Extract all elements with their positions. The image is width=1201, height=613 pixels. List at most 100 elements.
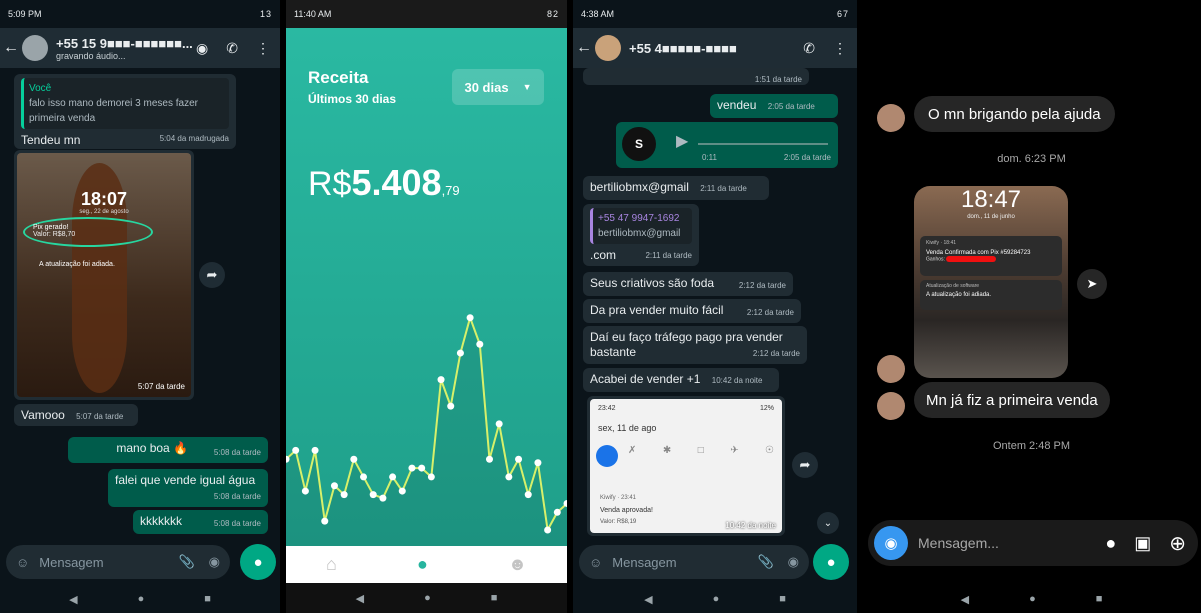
forward-icon[interactable]: ➦ xyxy=(199,262,225,288)
message-bubble[interactable]: O mn brigando pela ajuda xyxy=(914,96,1115,132)
share-icon[interactable]: ➤ xyxy=(1077,269,1107,299)
nav-back-icon[interactable]: ◀ xyxy=(356,592,364,605)
profile-icon[interactable]: ☻ xyxy=(508,554,527,575)
message-bubble-outgoing[interactable]: falei que vende igual água 5:08 da tarde xyxy=(108,469,268,507)
chart-point[interactable] xyxy=(360,473,368,481)
add-call-icon[interactable]: ✆ xyxy=(803,40,815,57)
nav-recents-icon[interactable]: ■ xyxy=(491,592,498,604)
revenue-tab-icon[interactable]: ● xyxy=(417,554,428,575)
avatar[interactable] xyxy=(877,104,905,132)
home-icon[interactable]: ⌂ xyxy=(326,554,337,575)
chart-point[interactable] xyxy=(476,340,484,348)
message-bubble[interactable]: bertiliobmx@gmail 2:11 da tarde xyxy=(583,176,769,200)
image-message[interactable]: 18:47 dom., 11 de junho Kiwify · 18:41 V… xyxy=(914,186,1068,378)
message-bubble-outgoing[interactable]: kkkkkkk 5:08 da tarde xyxy=(133,510,268,534)
message-bubble-outgoing[interactable]: mano boa 🔥 5:08 da tarde xyxy=(68,437,268,463)
voice-message[interactable]: S ▶ 0:11 2:05 da tarde xyxy=(616,122,838,168)
mic-button[interactable]: ● xyxy=(813,544,849,580)
chart-point[interactable] xyxy=(456,349,464,357)
chart-point[interactable] xyxy=(369,491,377,499)
message-bubble[interactable]: +55 47 9947-1692 bertiliobmx@gmail .com … xyxy=(583,204,699,266)
avatar[interactable] xyxy=(22,35,48,61)
camera-icon[interactable]: ◉ xyxy=(788,554,799,570)
chart-point[interactable] xyxy=(321,517,329,525)
chart-point[interactable] xyxy=(398,487,406,495)
message-bubble[interactable]: Da pra vender muito fácil 2:12 da tarde xyxy=(583,299,801,323)
message-bubble[interactable]: Você falo isso mano demorei 3 meses faze… xyxy=(14,74,236,149)
chart-point[interactable] xyxy=(505,473,513,481)
chart-point[interactable] xyxy=(495,420,503,428)
message-bubble-outgoing[interactable]: vendeu 2:05 da tarde xyxy=(710,94,838,118)
chart-point[interactable] xyxy=(389,473,397,481)
nav-home-icon[interactable]: ● xyxy=(424,592,431,604)
chart-point[interactable] xyxy=(350,455,358,463)
audio-progress-track[interactable] xyxy=(698,143,828,145)
message-bubble[interactable]: Mn já fiz a primeira venda xyxy=(914,382,1110,418)
nav-home-icon[interactable]: ● xyxy=(1029,593,1036,605)
forward-icon[interactable]: ➦ xyxy=(792,452,818,478)
attach-icon[interactable]: 📎 xyxy=(757,554,773,570)
scroll-down-icon[interactable]: ⌄ xyxy=(817,512,839,534)
nav-back-icon[interactable]: ◀ xyxy=(644,593,652,606)
nav-home-icon[interactable]: ● xyxy=(713,593,720,605)
image-message[interactable]: 23:42 12% sex, 11 de ago ✗ ✱ □ ✈ ☉ Kiwify · … xyxy=(587,396,785,536)
attach-icon[interactable]: 📎 xyxy=(178,554,194,570)
nav-home-icon[interactable]: ● xyxy=(138,593,145,605)
chart-point[interactable] xyxy=(330,482,338,490)
message-bubble[interactable]: 1:51 da tarde xyxy=(583,68,809,85)
chart-point[interactable] xyxy=(447,402,455,410)
avatar[interactable] xyxy=(877,392,905,420)
message-bubble[interactable]: Seus criativos são foda 2:12 da tarde xyxy=(583,272,793,296)
microphone-icon[interactable]: ● xyxy=(1105,533,1116,554)
voice-call-icon[interactable]: ✆ xyxy=(226,40,238,57)
chart-point[interactable] xyxy=(485,455,493,463)
chart-point[interactable] xyxy=(418,464,426,472)
message-input[interactable]: ☺ Mensagem 📎 ◉ xyxy=(579,545,809,579)
chart-point[interactable] xyxy=(466,314,474,322)
contact-name[interactable]: +55 15 9■■■-■■■■■■... xyxy=(56,36,193,51)
video-call-icon[interactable]: ◉ xyxy=(196,40,208,57)
message-bubble[interactable]: Acabei de vender +1 10:42 da noite xyxy=(583,368,779,392)
nav-recents-icon[interactable]: ■ xyxy=(204,593,211,605)
chart-point[interactable] xyxy=(515,455,523,463)
chart-point[interactable] xyxy=(408,464,416,472)
message-bubble[interactable]: Vamooo 5:07 da tarde xyxy=(14,404,138,426)
contact-name[interactable]: +55 4■■■■■-■■■■ xyxy=(629,41,737,56)
nav-recents-icon[interactable]: ■ xyxy=(779,593,786,605)
more-options-icon[interactable]: ⋮ xyxy=(833,40,847,57)
chart-point[interactable] xyxy=(301,487,309,495)
chart-point[interactable] xyxy=(311,446,319,454)
quoted-message[interactable]: Você falo isso mano demorei 3 meses faze… xyxy=(21,78,229,129)
chart-point[interactable] xyxy=(437,376,445,384)
emoji-icon[interactable]: ☺ xyxy=(16,555,29,570)
chart-point[interactable] xyxy=(524,491,532,499)
chart-point[interactable] xyxy=(340,491,348,499)
range-select[interactable]: 30 dias ▼ xyxy=(452,69,544,105)
message-input[interactable]: Mensagem... xyxy=(918,535,999,551)
camera-button[interactable]: ◉ xyxy=(874,526,908,560)
avatar[interactable] xyxy=(595,35,621,61)
chart-point[interactable] xyxy=(553,508,561,516)
message-input[interactable]: ☺ Mensagem 📎 ◉ xyxy=(6,545,230,579)
avatar[interactable] xyxy=(877,355,905,383)
mic-button[interactable]: ● xyxy=(240,544,276,580)
back-arrow-icon[interactable]: ← xyxy=(573,39,595,57)
chart-point[interactable] xyxy=(292,446,300,454)
chart-point[interactable] xyxy=(534,459,542,467)
emoji-icon[interactable]: ☺ xyxy=(589,555,602,570)
gallery-icon[interactable]: ▣ xyxy=(1134,533,1151,554)
nav-back-icon[interactable]: ◀ xyxy=(69,593,77,606)
camera-icon[interactable]: ◉ xyxy=(209,554,220,570)
more-options-icon[interactable]: ⋮ xyxy=(256,40,270,57)
play-icon[interactable]: ▶ xyxy=(676,134,688,150)
chart-point[interactable] xyxy=(379,494,387,502)
chart-point[interactable] xyxy=(544,526,552,534)
image-photo[interactable]: 18:07 seg., 22 de agosto Pix gerado! Val… xyxy=(17,153,191,397)
quoted-message[interactable]: +55 47 9947-1692 bertiliobmx@gmail xyxy=(590,208,692,244)
image-message[interactable]: 18:07 seg., 22 de agosto Pix gerado! Val… xyxy=(14,150,194,400)
add-icon[interactable]: ⊕ xyxy=(1169,531,1186,556)
message-bubble[interactable]: Daí eu faço tráfego pago pra vender bast… xyxy=(583,326,807,364)
chart-point[interactable] xyxy=(427,473,435,481)
nav-back-icon[interactable]: ◀ xyxy=(961,593,969,606)
image-screenshot[interactable]: 23:42 12% sex, 11 de ago ✗ ✱ □ ✈ ☉ Kiwify · … xyxy=(590,399,782,533)
